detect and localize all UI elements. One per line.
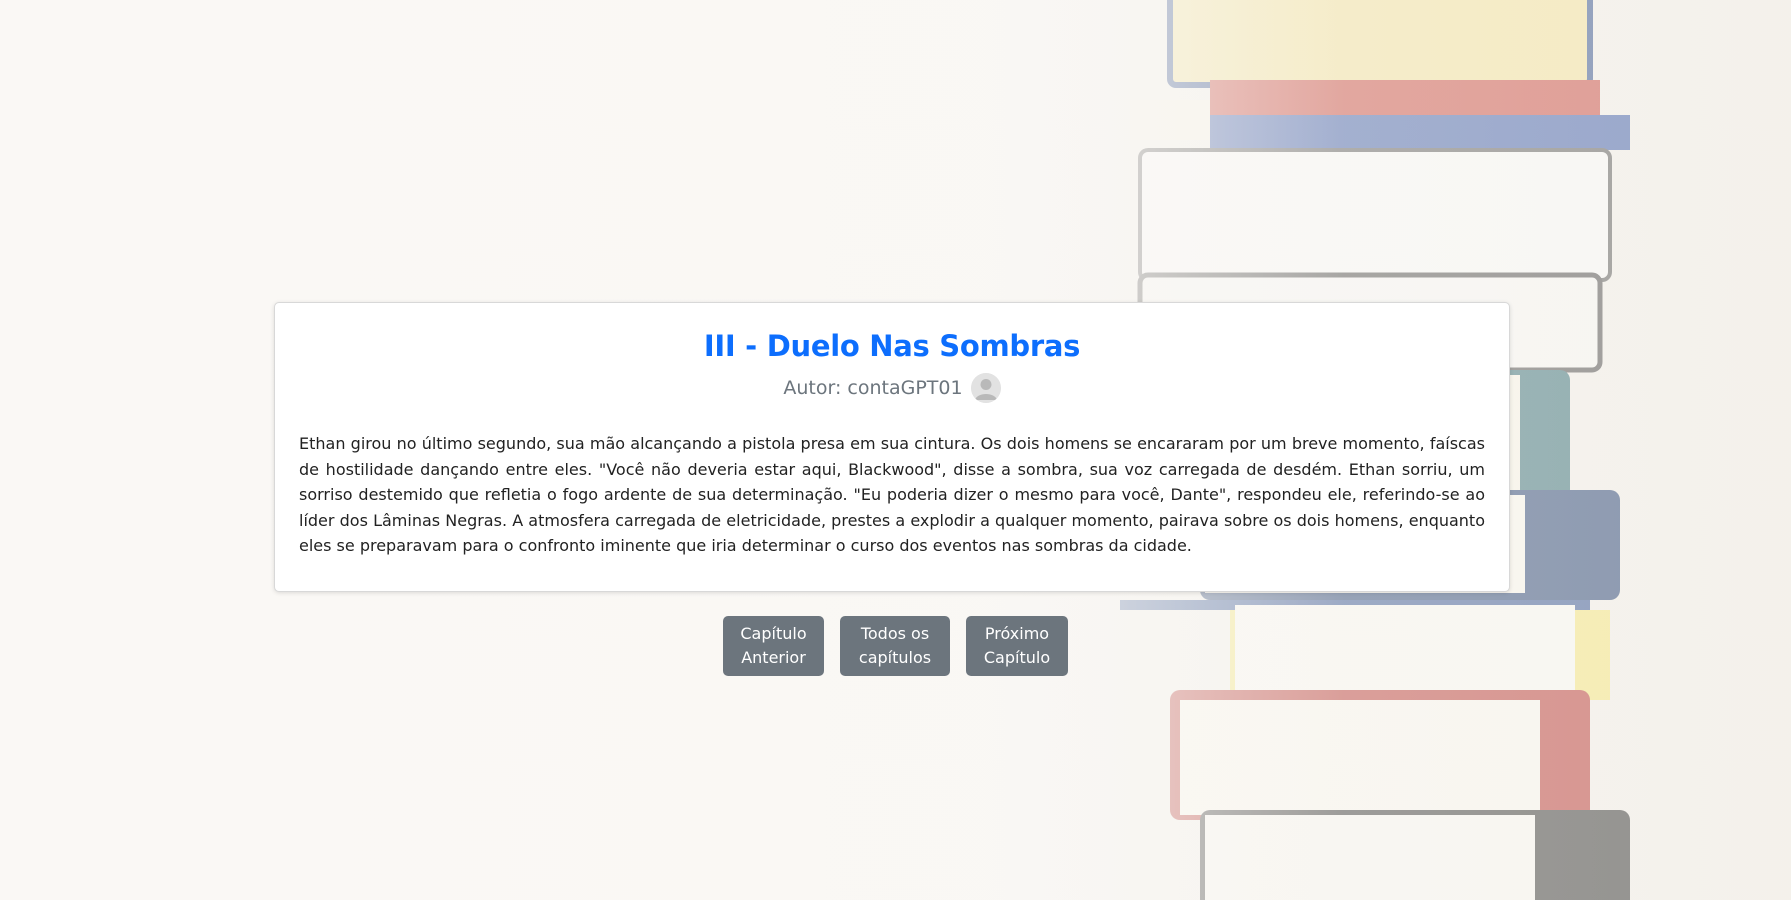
user-avatar-icon <box>970 373 1001 403</box>
author-row: Autor: contaGPT01 <box>299 373 1485 403</box>
all-chapters-button[interactable]: Todos os capítulos <box>840 616 950 676</box>
next-chapter-label-line1: Próximo <box>984 624 1050 643</box>
chapter-navigation: Capítulo Anterior Todos os capítulos Pró… <box>0 616 1791 676</box>
chapter-title: III - Duelo Nas Sombras <box>703 329 1081 363</box>
previous-chapter-label-line2: Anterior <box>741 648 806 667</box>
chapter-card: III - Duelo Nas Sombras Autor: contaGPT0… <box>274 302 1510 592</box>
next-chapter-button[interactable]: Próximo Capítulo <box>966 616 1068 676</box>
page: III - Duelo Nas Sombras Autor: contaGPT0… <box>0 0 1791 900</box>
all-chapters-label-line1: Todos os <box>860 624 930 643</box>
author-label: Autor: contaGPT01 <box>783 377 963 399</box>
previous-chapter-label-line1: Capítulo <box>740 624 807 643</box>
all-chapters-label-line2: capítulos <box>858 648 932 667</box>
next-chapter-label-line2: Capítulo <box>983 648 1051 667</box>
previous-chapter-button[interactable]: Capítulo Anterior <box>723 616 824 676</box>
chapter-body-text: Ethan girou no último segundo, sua mão a… <box>299 434 1485 555</box>
